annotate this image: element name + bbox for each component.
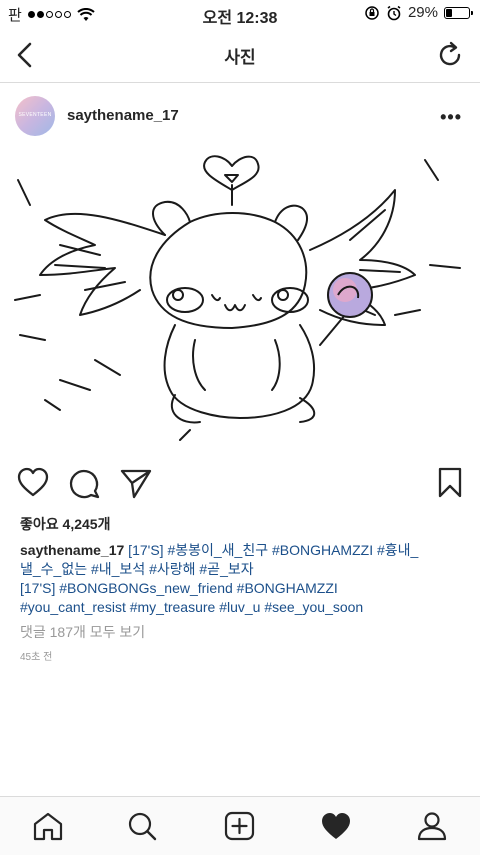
post-caption: saythename_17 [17'S] #봉봉이_새_친구 #BONGHAMZ…	[20, 541, 464, 617]
add-icon[interactable]	[223, 811, 257, 841]
home-icon[interactable]	[31, 811, 65, 841]
likes-count[interactable]: 좋아요 4,245개	[20, 514, 110, 534]
caption-text-4[interactable]: #you_cant_resist #my_treasure #luv_u #se…	[20, 598, 464, 617]
profile-icon[interactable]	[415, 811, 449, 841]
status-right: 29%	[364, 4, 473, 21]
nav-bar: 사진	[0, 28, 480, 83]
status-bar: 판 오전 12:38 29%	[0, 0, 480, 28]
battery-icon	[444, 6, 473, 19]
search-icon[interactable]	[126, 811, 160, 841]
send-icon[interactable]	[119, 466, 153, 500]
rotation-lock-icon	[365, 5, 379, 20]
post-header: SEVENTEEN saythename_17 •••	[0, 88, 480, 146]
refresh-icon[interactable]	[434, 39, 466, 71]
bookmark-icon[interactable]	[436, 466, 464, 500]
heart-filled-icon[interactable]	[319, 811, 353, 841]
battery-percent: 29%	[407, 4, 438, 21]
page-title: 사진	[224, 48, 256, 67]
caption-line-1: saythename_17 [17'S] #봉봉이_새_친구 #BONGHAMZ…	[20, 541, 464, 560]
avatar[interactable]: SEVENTEEN	[15, 96, 55, 136]
more-icon[interactable]: •••	[440, 107, 462, 128]
alarm-icon	[387, 5, 401, 20]
avatar-text: SEVENTEEN	[18, 112, 52, 118]
caption-username[interactable]: saythename_17	[20, 542, 124, 558]
caption-text-1[interactable]: [17'S] #봉봉이_새_친구 #BONGHAMZZI #흉내_	[124, 542, 418, 558]
battery-fill	[446, 8, 453, 17]
post-image[interactable]	[0, 150, 480, 450]
caption-text-2[interactable]: 낼_수_없는 #내_보석 #사랑해 #곧_보자	[20, 560, 464, 579]
post-actions	[0, 464, 480, 504]
comment-icon[interactable]	[68, 466, 102, 500]
tab-bar	[0, 796, 480, 855]
post-time: 45초 전	[20, 652, 53, 663]
caption-text-3[interactable]: [17'S] #BONGBONGs_new_friend #BONGHAMZZI	[20, 579, 464, 598]
post-username[interactable]: saythename_17	[67, 107, 179, 124]
heart-icon[interactable]	[16, 466, 50, 500]
view-comments-link[interactable]: 댓글 187개 모두 보기	[20, 622, 145, 642]
